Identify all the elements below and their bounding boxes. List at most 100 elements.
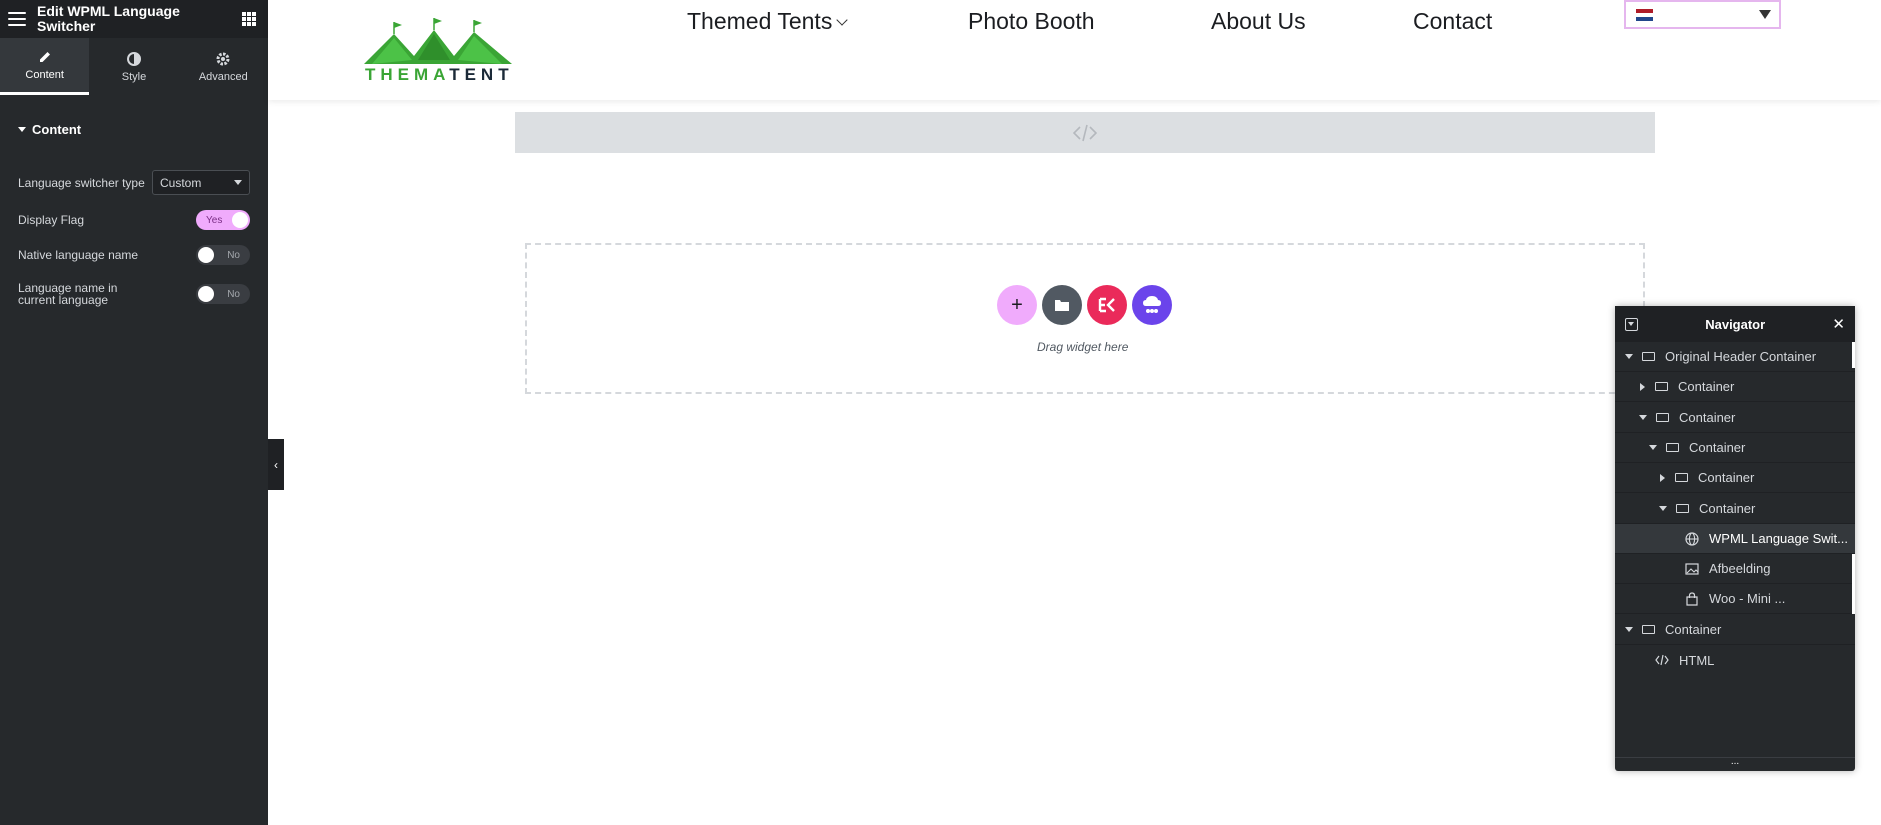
nav-themed-tents[interactable]: Themed Tents xyxy=(687,8,848,35)
cloud-bot-icon xyxy=(1143,296,1161,313)
caret-right-icon[interactable] xyxy=(1660,473,1665,482)
navigator-item[interactable]: Container xyxy=(1615,494,1855,524)
current-lang-value: No xyxy=(227,288,240,300)
navigator-item[interactable]: Afbeelding xyxy=(1615,554,1855,584)
caret-right-icon[interactable] xyxy=(1640,382,1645,391)
shopping-bag-icon xyxy=(1686,591,1698,606)
navigator-item[interactable]: HTML xyxy=(1615,645,1855,675)
logo-text-dark: TENT xyxy=(449,65,514,84)
site-header: THEMATENT Themed Tents Photo Booth About… xyxy=(268,0,1881,100)
html-widget-placeholder[interactable] xyxy=(515,112,1655,153)
chevron-left-icon: ‹ xyxy=(274,457,278,472)
navigator-header[interactable]: Navigator ✕ xyxy=(1615,306,1855,342)
logo-text-green: THEMA xyxy=(365,65,450,84)
control-current-lang-name: Language name in current language No xyxy=(18,282,250,306)
navigator-item-label: HTML xyxy=(1679,652,1715,668)
switcher-type-label: Language switcher type xyxy=(18,175,145,190)
panel-title: Edit WPML Language Switcher xyxy=(37,3,180,34)
container-icon xyxy=(1666,443,1679,452)
tab-style[interactable]: Style xyxy=(89,38,178,95)
section-title: Content xyxy=(32,122,82,137)
panel-header: Edit WPML Language Switcher xyxy=(0,0,268,38)
collapse-all-icon[interactable] xyxy=(1625,317,1638,331)
navigator-item-label: Container xyxy=(1699,501,1756,516)
elementskit-icon xyxy=(1098,297,1115,313)
navigator-scrollbar-thumb[interactable] xyxy=(1852,554,1855,614)
navigator-item[interactable]: Original Header Container xyxy=(1615,342,1855,372)
container-icon xyxy=(1676,504,1689,513)
widgets-grid-icon[interactable] xyxy=(242,12,256,26)
native-name-value: No xyxy=(227,249,240,261)
navigator-item-label: Container xyxy=(1689,440,1746,455)
container-icon xyxy=(1655,382,1668,391)
panel-collapse-button[interactable]: ‹ xyxy=(268,439,284,490)
nav-contact-label: Contact xyxy=(1413,8,1493,34)
container-icon xyxy=(1642,352,1655,361)
tab-advanced[interactable]: Advanced xyxy=(179,38,268,95)
navigator-item-label: Container xyxy=(1665,622,1722,637)
caret-down-icon[interactable] xyxy=(1625,627,1633,632)
container-icon xyxy=(1675,473,1688,482)
gear-icon xyxy=(216,52,230,65)
switcher-type-value: Custom xyxy=(160,175,202,190)
navigator-item[interactable]: Container xyxy=(1615,463,1855,493)
dropzone-buttons: + xyxy=(997,285,1177,325)
navigator-item-selected[interactable]: WPML Language Swit... xyxy=(1615,524,1855,554)
code-icon xyxy=(1655,654,1669,666)
navigator-item[interactable]: Woo - Mini ... xyxy=(1615,584,1855,614)
toggle-knob xyxy=(198,286,214,302)
tab-style-label: Style xyxy=(121,70,147,83)
navigator-item-label: Container xyxy=(1698,470,1755,485)
tab-advanced-label: Advanced xyxy=(198,70,248,83)
language-switcher-dropdown[interactable] xyxy=(1624,0,1781,29)
add-template-button[interactable] xyxy=(1042,285,1082,325)
section-content-toggle[interactable]: Content xyxy=(0,122,268,137)
nav-about-us[interactable]: About Us xyxy=(1211,8,1306,35)
display-flag-label: Display Flag xyxy=(18,213,85,227)
navigator-item-label: Container xyxy=(1678,379,1735,394)
control-switcher-type: Language switcher type Custom xyxy=(18,170,250,195)
navigator-title: Navigator xyxy=(1705,316,1766,332)
tab-content-label: Content xyxy=(25,69,64,81)
panel-tabs: Content Style Advanced xyxy=(0,38,268,95)
caret-down-icon xyxy=(1759,10,1771,19)
nav-photo-booth-label: Photo Booth xyxy=(968,8,1095,34)
navigator-item[interactable]: Container xyxy=(1615,372,1855,402)
navigator-item[interactable]: Container xyxy=(1615,615,1855,645)
tab-content[interactable]: Content xyxy=(0,38,90,95)
display-flag-toggle[interactable]: Yes xyxy=(196,210,250,230)
logo-text[interactable]: THEMATENT xyxy=(365,65,514,85)
navigator-resize-handle[interactable]: ... xyxy=(1615,757,1855,771)
navigator-item-label: Original Header Container xyxy=(1665,349,1817,364)
plus-icon: + xyxy=(1011,294,1023,316)
current-lang-toggle[interactable]: No xyxy=(196,284,250,304)
navigator-panel: Navigator ✕ Original Header Container Co… xyxy=(1615,306,1855,771)
navigator-item-label: Afbeelding xyxy=(1709,561,1771,576)
nav-photo-booth[interactable]: Photo Booth xyxy=(968,8,1095,35)
nav-about-us-label: About Us xyxy=(1211,8,1306,34)
switcher-type-select[interactable]: Custom xyxy=(152,170,250,195)
globe-icon xyxy=(1685,531,1699,546)
caret-down-icon[interactable] xyxy=(1659,506,1667,511)
close-icon[interactable]: ✕ xyxy=(1832,315,1845,333)
pencil-icon xyxy=(39,52,50,62)
navigator-item[interactable]: Container xyxy=(1615,433,1855,463)
code-icon xyxy=(1073,124,1097,141)
control-display-flag: Display Flag Yes xyxy=(18,210,250,230)
ai-assistant-button[interactable] xyxy=(1132,285,1172,325)
menu-icon[interactable] xyxy=(8,12,26,26)
navigator-scrollbar[interactable] xyxy=(1852,342,1855,368)
native-name-toggle[interactable]: No xyxy=(196,245,250,265)
nav-contact[interactable]: Contact xyxy=(1413,8,1492,35)
caret-down-icon[interactable] xyxy=(1639,415,1647,420)
caret-down-icon[interactable] xyxy=(1625,354,1633,359)
navigator-item[interactable]: Container xyxy=(1615,403,1855,433)
elementskit-button[interactable] xyxy=(1087,285,1127,325)
chevron-down-icon xyxy=(234,180,242,185)
navigator-item-label: WPML Language Swit... xyxy=(1709,531,1848,546)
half-circle-icon xyxy=(126,51,141,66)
caret-down-icon[interactable] xyxy=(1649,445,1657,450)
add-section-button[interactable]: + xyxy=(997,285,1037,325)
control-native-name: Native language name No xyxy=(18,245,250,265)
drag-widget-text: Drag widget here xyxy=(1037,340,1129,354)
